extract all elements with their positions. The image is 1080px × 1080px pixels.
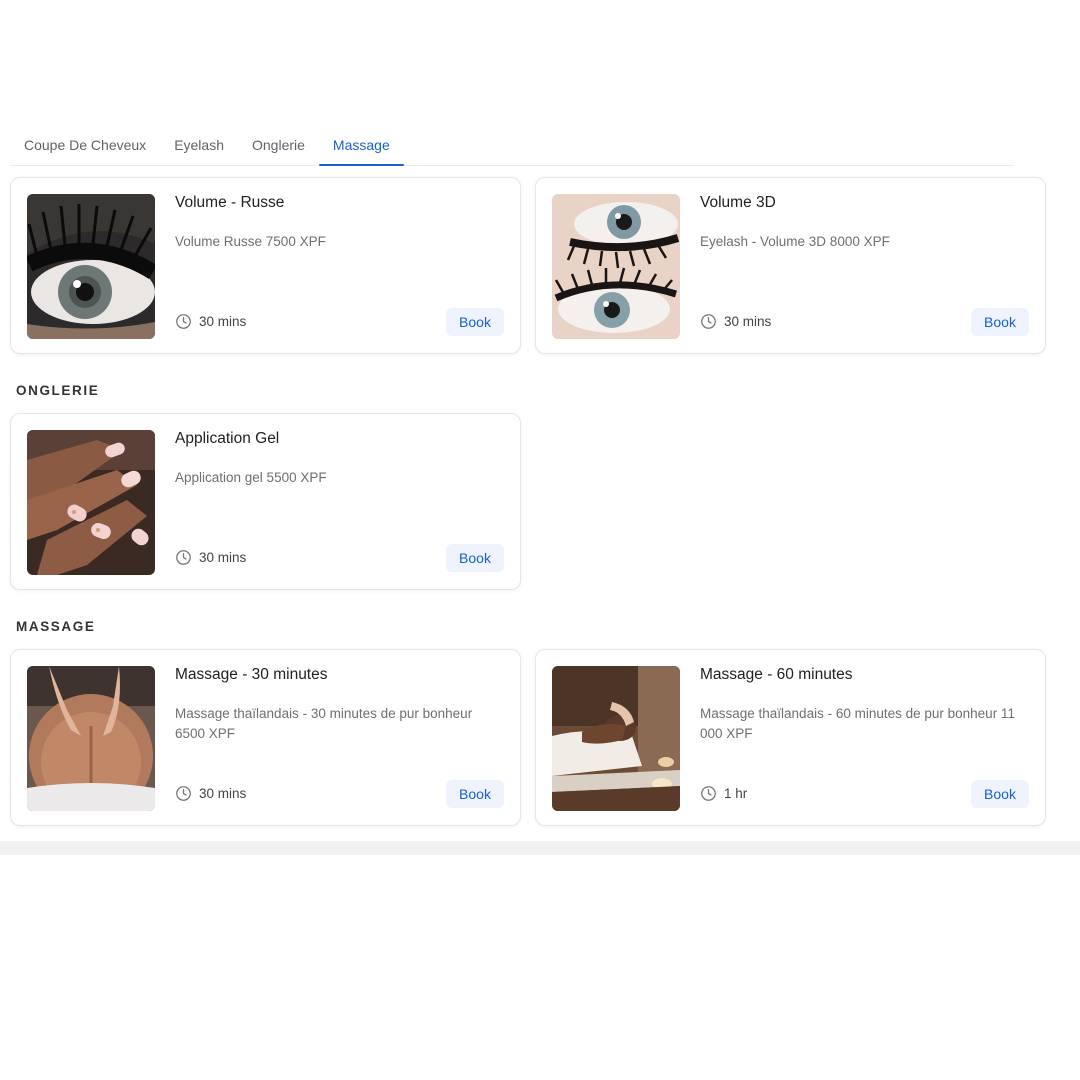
- service-duration: 30 mins: [700, 313, 771, 330]
- tab-eyelash[interactable]: Eyelash: [160, 126, 238, 164]
- page-footer-divider: [0, 841, 1080, 855]
- clock-icon: [176, 550, 191, 565]
- category-tabs: Coupe De Cheveux Eyelash Onglerie Massag…: [10, 126, 1014, 166]
- service-description: Massage thaïlandais - 30 minutes de pur …: [175, 706, 473, 741]
- tab-massage[interactable]: Massage: [318, 126, 404, 166]
- service-card-application-gel: Application Gel Application gel 5500 XPF…: [10, 413, 521, 590]
- book-button[interactable]: Book: [446, 544, 504, 572]
- duration-label: 1 hr: [724, 786, 748, 801]
- section-heading-massage: MASSAGE: [16, 619, 96, 634]
- book-button[interactable]: Book: [446, 780, 504, 808]
- duration-label: 30 mins: [199, 786, 247, 801]
- service-title: Massage - 60 minutes: [700, 666, 853, 683]
- duration-label: 30 mins: [724, 314, 772, 329]
- service-image-eyelash: [27, 194, 155, 339]
- service-image-nails: [27, 430, 155, 575]
- section-heading-onglerie: ONGLERIE: [16, 383, 100, 398]
- clock-icon: [701, 314, 716, 329]
- service-image-eyelash-3d: [552, 194, 680, 339]
- service-duration: 30 mins: [175, 549, 246, 566]
- service-title: Massage - 30 minutes: [175, 666, 328, 683]
- tab-onglerie[interactable]: Onglerie: [238, 126, 319, 164]
- tab-coupe-de-cheveux[interactable]: Coupe De Cheveux: [10, 126, 160, 164]
- book-button[interactable]: Book: [971, 308, 1029, 336]
- service-title: Volume - Russe: [175, 194, 285, 211]
- service-description: Volume Russe 7500 XPF: [175, 234, 326, 249]
- book-button[interactable]: Book: [971, 780, 1029, 808]
- book-button[interactable]: Book: [446, 308, 504, 336]
- service-image-massage-back: [27, 666, 155, 811]
- service-duration: 30 mins: [175, 785, 246, 802]
- service-description: Eyelash - Volume 3D 8000 XPF: [700, 234, 890, 249]
- service-card-volume-3d: Volume 3D Eyelash - Volume 3D 8000 XPF 3…: [535, 177, 1046, 354]
- service-duration: 1 hr: [700, 785, 747, 802]
- service-title: Volume 3D: [700, 194, 776, 211]
- service-description: Application gel 5500 XPF: [175, 470, 327, 485]
- service-duration: 30 mins: [175, 313, 246, 330]
- service-description: Massage thaïlandais - 60 minutes de pur …: [700, 706, 1015, 741]
- service-card-massage-30: Massage - 30 minutes Massage thaïlandais…: [10, 649, 521, 826]
- duration-label: 30 mins: [199, 314, 247, 329]
- clock-icon: [176, 786, 191, 801]
- service-card-massage-60: Massage - 60 minutes Massage thaïlandais…: [535, 649, 1046, 826]
- duration-label: 30 mins: [199, 550, 247, 565]
- service-card-volume-russe: Volume - Russe Volume Russe 7500 XPF 30 …: [10, 177, 521, 354]
- clock-icon: [701, 786, 716, 801]
- service-image-massage-face: [552, 666, 680, 811]
- service-title: Application Gel: [175, 430, 280, 447]
- clock-icon: [176, 314, 191, 329]
